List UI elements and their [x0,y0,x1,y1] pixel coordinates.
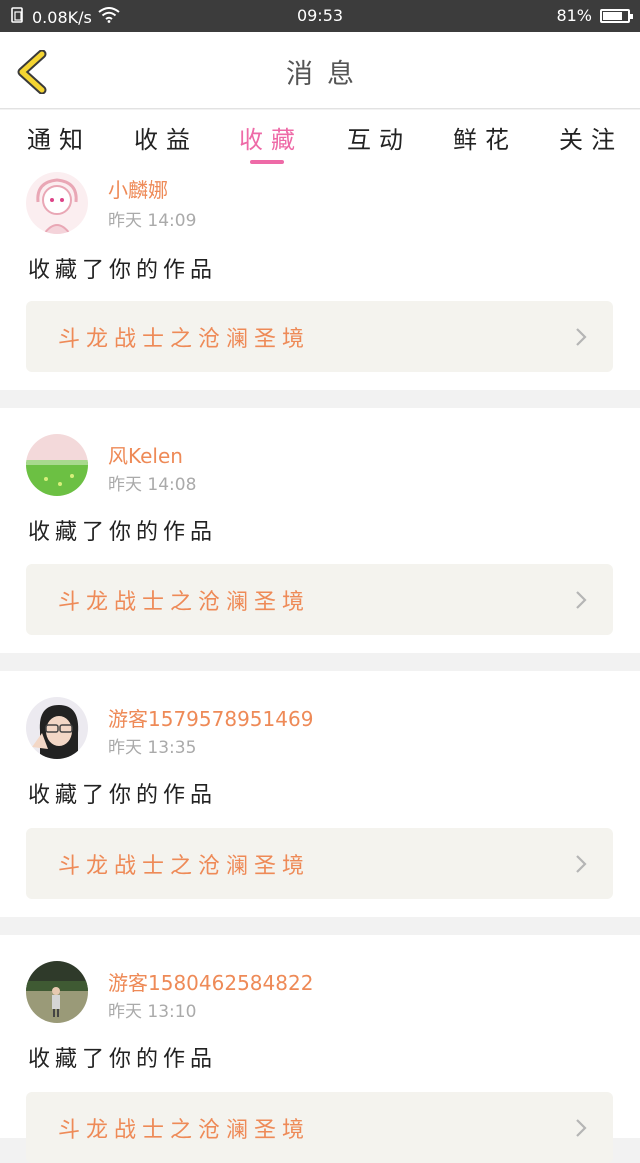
work-link[interactable]: 斗龙战士之沧澜圣境 [26,301,613,372]
action-text: 收藏了你的作品 [28,1047,218,1072]
chevron-right-icon [576,328,587,346]
user-name[interactable]: 游客1580462584822 [108,967,313,996]
battery-fill [603,11,623,20]
user-name[interactable]: 风Kelen [108,440,183,469]
chevron-right-icon [576,1119,587,1137]
avatar[interactable] [26,697,88,759]
message-card: 小麟娜 昨天 14:09 收藏了你的作品 斗龙战士之沧澜圣境 [0,166,640,390]
tab-favorites[interactable]: 收藏 [212,120,322,155]
work-title: 斗龙战士之沧澜圣境 [58,327,311,352]
battery-percent: 81% [556,6,592,25]
user-name[interactable]: 游客1579578951469 [108,703,313,732]
tab-flowers[interactable]: 鲜花 [426,120,536,155]
message-card: 游客1579578951469 昨天 13:35 收藏了你的作品 斗龙战士之沧澜… [0,671,640,917]
tab-earnings[interactable]: 收益 [107,120,217,155]
work-title: 斗龙战士之沧澜圣境 [58,1118,311,1143]
work-link[interactable]: 斗龙战士之沧澜圣境 [26,1092,613,1163]
chevron-right-icon [576,591,587,609]
header: 消息 [0,32,640,109]
message-time: 昨天 13:35 [108,738,197,758]
battery-icon [600,8,633,23]
action-text: 收藏了你的作品 [28,783,218,808]
status-right: 81% [556,6,633,25]
tab-interaction[interactable]: 互动 [320,120,430,155]
message-card: 游客1580462584822 昨天 13:10 收藏了你的作品 斗龙战士之沧澜… [0,935,640,1163]
work-title: 斗龙战士之沧澜圣境 [58,854,311,879]
page-title: 消息 [286,59,368,90]
tab-bar: 通知 收益 收藏 互动 鲜花 关注 [0,110,640,166]
chevron-right-icon [576,855,587,873]
avatar[interactable] [26,172,88,234]
status-time: 09:53 [296,6,344,25]
status-bar: 0.08K/s 09:53 81% [0,0,640,32]
action-text: 收藏了你的作品 [28,520,218,545]
work-title: 斗龙战士之沧澜圣境 [58,590,311,615]
user-name[interactable]: 小麟娜 [108,174,168,203]
active-tab-indicator [250,160,284,164]
message-card: 风Kelen 昨天 14:08 收藏了你的作品 斗龙战士之沧澜圣境 [0,408,640,653]
work-link[interactable]: 斗龙战士之沧澜圣境 [26,564,613,635]
tab-notification[interactable]: 通知 [0,120,110,155]
message-time: 昨天 14:08 [108,475,197,495]
message-time: 昨天 14:09 [108,211,197,231]
action-text: 收藏了你的作品 [28,258,218,283]
avatar[interactable] [26,961,88,1023]
message-time: 昨天 13:10 [108,1002,197,1022]
tab-following[interactable]: 关注 [532,120,640,155]
avatar[interactable] [26,434,88,496]
work-link[interactable]: 斗龙战士之沧澜圣境 [26,828,613,899]
